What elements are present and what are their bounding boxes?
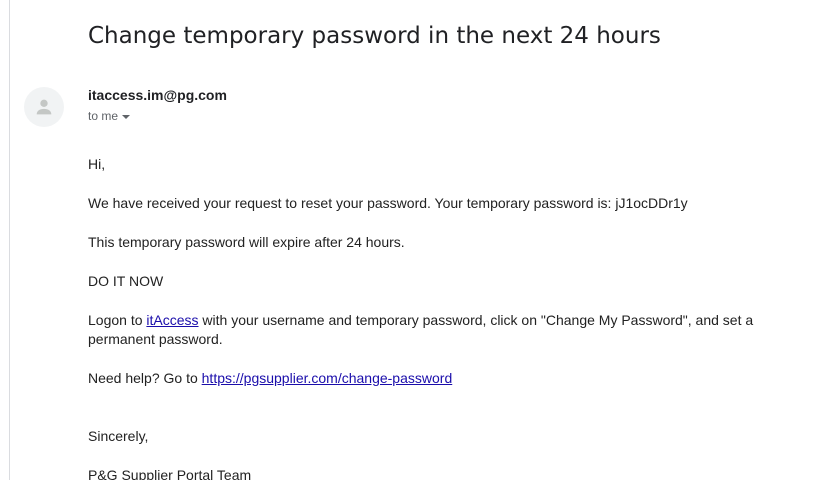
recipient-label: to me [88,109,119,123]
itaccess-link[interactable]: itAccess [146,312,198,328]
recipient-details-toggle[interactable]: to me [88,108,131,124]
email-view: Change temporary password in the next 24… [0,0,815,480]
sender-avatar[interactable] [24,87,64,127]
paragraph-urgent: DO IT NOW [88,273,164,289]
email-subject: Change temporary password in the next 24… [88,23,661,49]
person-icon [36,99,52,115]
paragraph-request: We have received your request to reset y… [88,195,688,211]
sender-address[interactable]: itaccess.im@pg.com [88,86,227,104]
paragraph-logon-line1: Logon to itAccess with your username and… [88,311,815,330]
help-text-before: Need help? Go to [88,370,202,386]
logon-text-before: Logon to [88,312,147,328]
change-password-link[interactable]: https://pgsupplier.com/change-password [202,370,453,386]
paragraph-logon-line2: permanent password. [88,331,223,347]
paragraph-help: Need help? Go to https://pgsupplier.com/… [88,369,815,388]
greeting: Hi, [88,156,106,172]
left-divider [9,0,10,480]
logon-text-after: with your username and temporary passwor… [198,312,754,328]
closing: Sincerely, [88,428,149,444]
chevron-down-icon [122,114,131,119]
signature: P&G Supplier Portal Team [88,467,252,480]
paragraph-expire: This temporary password will expire afte… [88,234,405,250]
